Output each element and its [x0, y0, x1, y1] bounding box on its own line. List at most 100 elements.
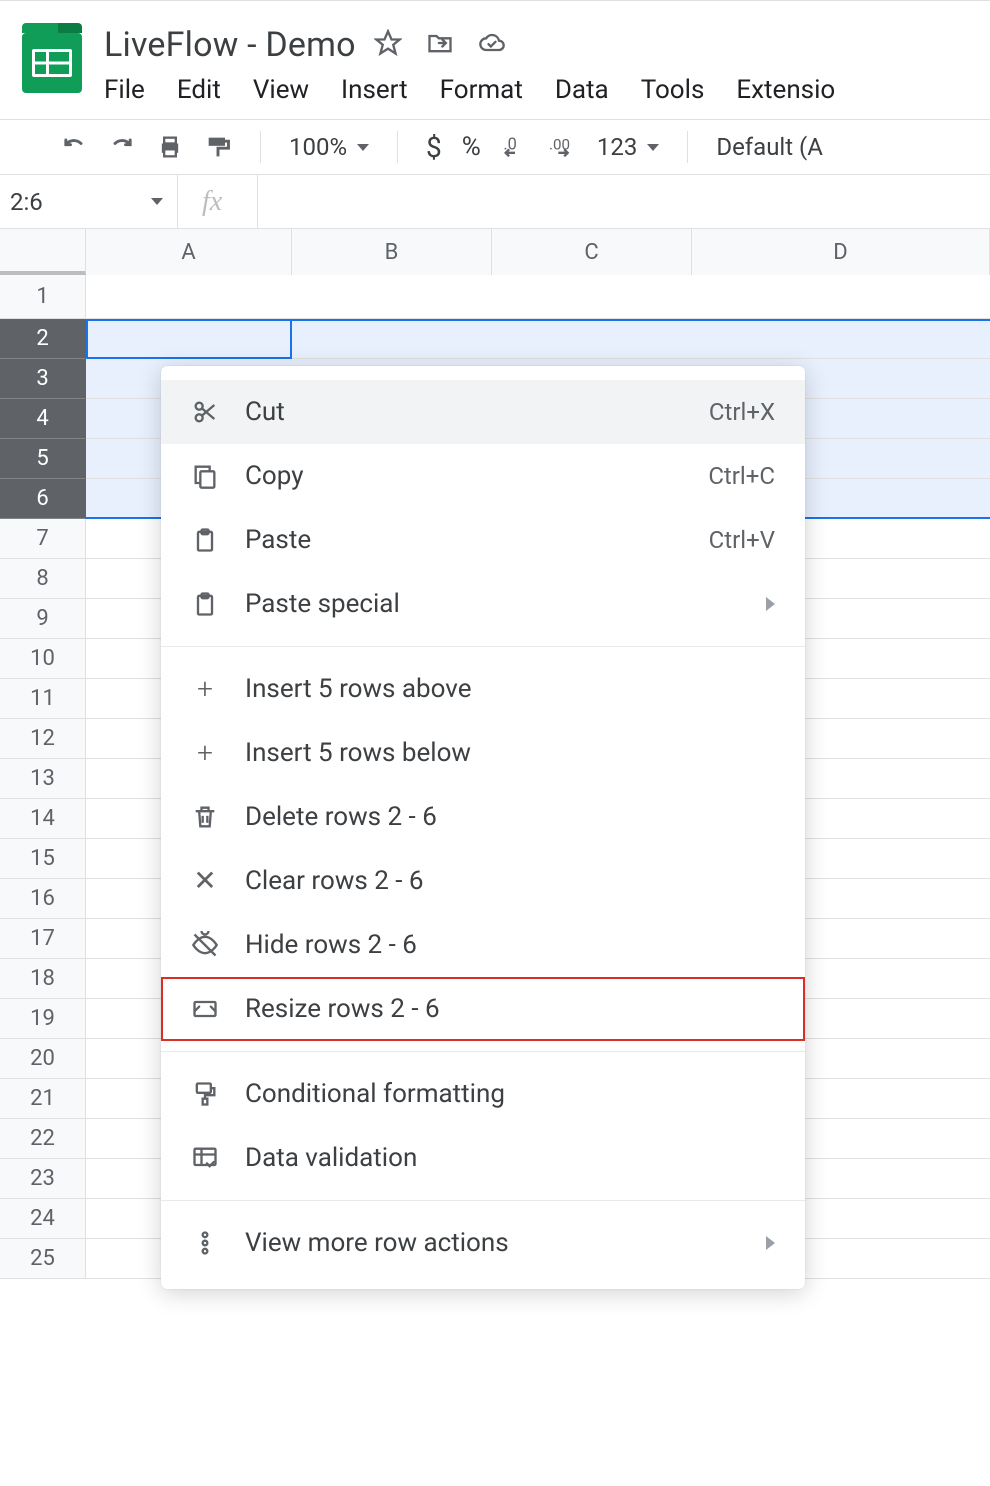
row-header[interactable]: 3: [0, 359, 86, 399]
menu-item-delete-rows-2-6[interactable]: Delete rows 2 - 6: [161, 785, 805, 849]
menu-item-shortcut: Ctrl+V: [709, 526, 775, 554]
star-icon[interactable]: [374, 29, 402, 61]
row-header[interactable]: 25: [0, 1239, 86, 1279]
copy-icon: [191, 462, 219, 490]
chevron-down-icon: [357, 144, 369, 151]
menu-separator: [161, 1200, 805, 1201]
menu-item-paste[interactable]: Paste Ctrl+V: [161, 508, 805, 572]
menu-format[interactable]: Format: [440, 75, 523, 105]
menu-item-label: View more row actions: [245, 1228, 740, 1258]
menu-edit[interactable]: Edit: [177, 75, 221, 105]
formula-bar-row: 2:6 fx: [0, 175, 990, 229]
format-currency-button[interactable]: $: [426, 131, 442, 164]
menu-data[interactable]: Data: [555, 75, 609, 105]
row-header[interactable]: 15: [0, 839, 86, 879]
menu-extensions[interactable]: Extensio: [736, 75, 835, 105]
name-box[interactable]: 2:6: [0, 175, 178, 228]
close-icon: ✕: [191, 867, 219, 895]
sheets-logo[interactable]: [18, 23, 88, 93]
menu-item-label: Copy: [245, 461, 682, 491]
redo-icon[interactable]: [108, 133, 136, 161]
row-header[interactable]: 14: [0, 799, 86, 839]
menu-item-resize-rows-2-6[interactable]: Resize rows 2 - 6: [161, 977, 805, 1041]
row-header[interactable]: 24: [0, 1199, 86, 1239]
row-header[interactable]: 5: [0, 439, 86, 479]
increase-decimal-icon[interactable]: .00: [549, 133, 577, 161]
menu-item-copy[interactable]: CopyCtrl+C: [161, 444, 805, 508]
menu-view[interactable]: View: [253, 75, 309, 105]
cloud-status-icon[interactable]: [478, 29, 506, 61]
menu-file[interactable]: File: [104, 75, 145, 105]
row-header[interactable]: 10: [0, 639, 86, 679]
svg-text:.0: .0: [503, 134, 516, 153]
toolbar: 100% $ % .0 .00 123 Default (A: [0, 119, 990, 175]
decrease-decimal-icon[interactable]: .0: [501, 133, 529, 161]
menu-tools[interactable]: Tools: [641, 75, 705, 105]
format-percent-button[interactable]: %: [462, 132, 481, 162]
print-icon[interactable]: [156, 133, 184, 161]
menu-insert[interactable]: Insert: [341, 75, 408, 105]
row-header[interactable]: 17: [0, 919, 86, 959]
paste-icon: [191, 590, 219, 618]
menu-item-hide-rows-2-6[interactable]: Hide rows 2 - 6: [161, 913, 805, 977]
menu-item-shortcut: Ctrl+X: [709, 398, 775, 426]
undo-icon[interactable]: [60, 133, 88, 161]
row-header[interactable]: 22: [0, 1119, 86, 1159]
font-selector[interactable]: Default (A: [716, 133, 823, 161]
row-header[interactable]: 1: [0, 275, 86, 319]
zoom-selector[interactable]: 100%: [289, 133, 369, 161]
name-box-value: 2:6: [10, 188, 43, 216]
document-title[interactable]: LiveFlow - Demo: [104, 25, 356, 65]
row-header[interactable]: 11: [0, 679, 86, 719]
validation-icon: [191, 1144, 219, 1172]
chevron-right-icon: [766, 597, 775, 611]
menu-item-label: Data validation: [245, 1143, 775, 1173]
column-header-C[interactable]: C: [492, 229, 692, 275]
menu-item-data-validation[interactable]: Data validation: [161, 1126, 805, 1190]
column-header-B[interactable]: B: [292, 229, 492, 275]
move-folder-icon[interactable]: [426, 29, 454, 61]
menu-item-paste-special[interactable]: Paste special: [161, 572, 805, 636]
row-header[interactable]: 9: [0, 599, 86, 639]
more-icon: [191, 1229, 219, 1257]
row-header[interactable]: 4: [0, 399, 86, 439]
row-header[interactable]: 20: [0, 1039, 86, 1079]
select-all-corner[interactable]: [0, 229, 86, 275]
row-cells[interactable]: [86, 275, 990, 319]
menu-item-cut[interactable]: Cut Ctrl+X: [161, 380, 805, 444]
menu-item-label: Paste: [245, 525, 683, 555]
menu-item-label: Cut: [245, 397, 683, 427]
trash-icon: [191, 803, 219, 831]
scissors-icon: [191, 398, 219, 426]
number-format-selector[interactable]: 123: [597, 133, 659, 161]
chevron-right-icon: [766, 1236, 775, 1250]
row-header[interactable]: 7: [0, 519, 86, 559]
number-format-label: 123: [597, 133, 637, 161]
row-header[interactable]: 23: [0, 1159, 86, 1199]
row-header[interactable]: 2: [0, 319, 86, 359]
row-header[interactable]: 18: [0, 959, 86, 999]
menu-item-conditional-formatting[interactable]: Conditional formatting: [161, 1062, 805, 1126]
menu-separator: [161, 1051, 805, 1052]
row-header[interactable]: 21: [0, 1079, 86, 1119]
row-header[interactable]: 8: [0, 559, 86, 599]
column-headers-row: A B C D: [0, 229, 990, 275]
column-header-D[interactable]: D: [692, 229, 990, 275]
menu-item-label: Insert 5 rows above: [245, 674, 775, 704]
column-header-A[interactable]: A: [86, 229, 292, 275]
menu-item-label: Hide rows 2 - 6: [245, 930, 775, 960]
menu-item-clear-rows-2-6[interactable]: ✕Clear rows 2 - 6: [161, 849, 805, 913]
chevron-down-icon: [151, 198, 163, 205]
row-header[interactable]: 19: [0, 999, 86, 1039]
paste-icon: [191, 526, 219, 554]
plus-icon: +: [191, 739, 219, 767]
menu-item-insert-5-rows-above[interactable]: +Insert 5 rows above: [161, 657, 805, 721]
row-header[interactable]: 12: [0, 719, 86, 759]
row-header[interactable]: 13: [0, 759, 86, 799]
paint-format-icon[interactable]: [204, 133, 232, 161]
resize-icon: [191, 995, 219, 1023]
row-header[interactable]: 16: [0, 879, 86, 919]
menu-item-view-more-row-actions[interactable]: View more row actions: [161, 1211, 805, 1275]
row-header[interactable]: 6: [0, 479, 86, 519]
menu-item-insert-5-rows-below[interactable]: +Insert 5 rows below: [161, 721, 805, 785]
